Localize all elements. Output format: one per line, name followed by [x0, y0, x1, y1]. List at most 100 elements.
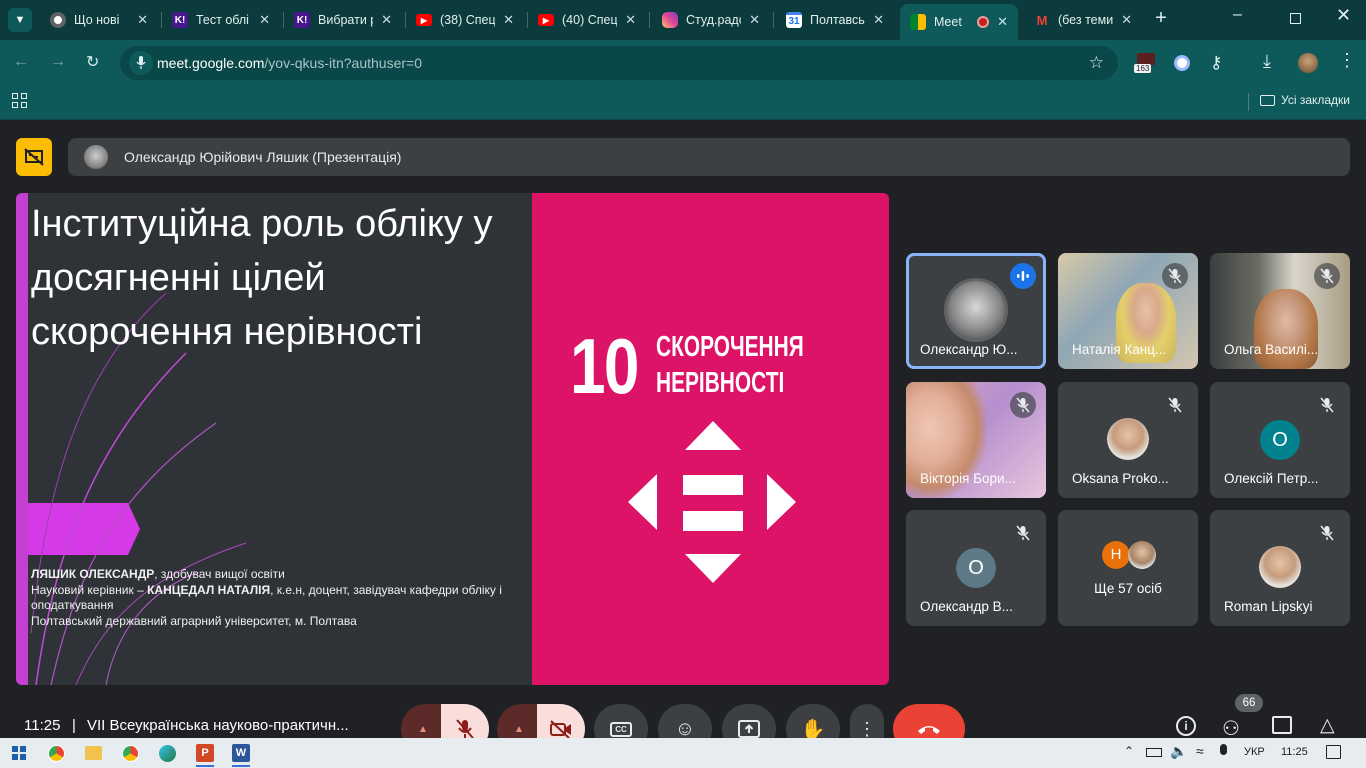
forward-icon[interactable]: → — [50, 53, 66, 71]
browser-tab[interactable]: Meet ✕ — [900, 4, 1018, 40]
stop-presenting-button[interactable] — [16, 138, 52, 176]
browser-tab-label: Студ.радс — [686, 13, 742, 27]
kahoot-icon: K! — [172, 12, 188, 28]
browser-tab[interactable]: ▶ (40) Спец ✕ — [528, 6, 646, 34]
extensions-puzzle-icon[interactable]: ⚷ — [1210, 53, 1222, 73]
back-icon[interactable]: ← — [13, 53, 29, 71]
participant-tile[interactable]: Н Ще 57 осіб — [1058, 510, 1198, 626]
microphone-tray-icon[interactable] — [1220, 744, 1227, 755]
participant-video — [1254, 289, 1318, 369]
notifications-icon[interactable] — [1326, 745, 1341, 759]
meeting-title: VII Всеукраїнська науково-практичн... — [87, 717, 349, 734]
meet-icon — [910, 14, 926, 30]
browser-tab[interactable]: M (без теми ✕ — [1024, 6, 1142, 34]
extension-circle-icon[interactable] — [1174, 55, 1190, 71]
extension-icon[interactable]: 163 — [1134, 53, 1156, 75]
meeting-details-info-icon[interactable]: i — [1176, 716, 1196, 736]
participant-tile[interactable]: Ольга Василі... — [1210, 253, 1350, 369]
extension-badge: 163 — [1134, 64, 1152, 73]
battery-icon[interactable] — [1146, 748, 1162, 757]
powerpoint-icon[interactable]: P — [196, 744, 214, 762]
present-icon — [738, 720, 760, 738]
browser-tab[interactable]: K! Тест облі ✕ — [162, 6, 280, 34]
mic-off-icon — [1314, 392, 1340, 418]
close-tab-icon[interactable]: ✕ — [381, 12, 392, 28]
close-tab-icon[interactable]: ✕ — [1121, 12, 1132, 28]
close-tab-icon[interactable]: ✕ — [503, 12, 514, 28]
download-icon[interactable]: ⤓ — [1263, 51, 1271, 72]
chrome-taskbar-icon[interactable] — [48, 745, 65, 762]
stop-present-icon — [24, 148, 44, 166]
participant-tile[interactable]: Вікторія Бори... — [906, 382, 1046, 498]
mic-off-icon — [1314, 520, 1340, 546]
bookmark-star-icon[interactable]: ☆ — [1089, 53, 1104, 73]
sdg-panel: 10 СКОРОЧЕННЯ НЕРІВНОСТІ — [532, 193, 889, 685]
site-info-icon[interactable] — [129, 51, 153, 75]
close-tab-icon[interactable]: ✕ — [625, 12, 636, 28]
windows-start-icon[interactable] — [12, 746, 26, 760]
minimize-button[interactable]: – — [1233, 6, 1242, 24]
browser-tab-label: (40) Спец — [562, 13, 618, 27]
all-bookmarks-button[interactable]: Усі закладки — [1260, 93, 1350, 107]
presentation-slide: Інституційна роль обліку у досягненні ці… — [16, 193, 889, 685]
address-bar[interactable]: meet.google.com/yov-qkus-itn?authuser=0 … — [120, 46, 1118, 80]
speaking-indicator-icon — [1010, 263, 1036, 289]
participant-name: Ольга Василі... — [1224, 342, 1319, 357]
participant-tile[interactable]: О Олексій Петр... — [1210, 382, 1350, 498]
file-explorer-icon[interactable] — [85, 746, 102, 760]
show-hidden-icons-icon[interactable]: ⌃ — [1124, 744, 1134, 758]
close-tab-icon[interactable]: ✕ — [997, 14, 1008, 30]
sdg-title-line1: СКОРОЧЕННЯ — [656, 331, 804, 363]
presenter-avatar — [84, 145, 108, 169]
chrome-profile-taskbar-icon[interactable] — [122, 745, 139, 762]
chat-icon[interactable] — [1272, 716, 1292, 734]
instagram-icon — [662, 12, 678, 28]
participant-tile[interactable]: Oksana Proko... — [1058, 382, 1198, 498]
close-tab-icon[interactable]: ✕ — [873, 12, 884, 28]
new-tab-button[interactable]: + — [1150, 8, 1172, 30]
close-tab-icon[interactable]: ✕ — [137, 12, 148, 28]
browser-tab[interactable]: Що нові ✕ — [40, 6, 158, 34]
menu-kebab-icon[interactable]: ⋮ — [1338, 50, 1356, 71]
taskbar-clock[interactable]: 11:25 — [1281, 746, 1308, 758]
browser-tab[interactable]: 31 Полтавсь ✕ — [776, 6, 894, 34]
participant-tile[interactable]: О Олександр В... — [906, 510, 1046, 626]
mic-off-icon — [1010, 520, 1036, 546]
restore-button[interactable] — [1290, 13, 1301, 24]
close-tab-icon[interactable]: ✕ — [259, 12, 270, 28]
browser-tab[interactable]: Студ.радс ✕ — [652, 6, 770, 34]
participant-name: Roman Lipskyi — [1224, 599, 1313, 614]
profile-avatar[interactable] — [1298, 53, 1318, 73]
participant-avatar — [947, 281, 1005, 339]
equality-icon — [628, 421, 796, 583]
recording-icon — [977, 16, 990, 28]
participant-tile[interactable]: Наталія Канц... — [1058, 253, 1198, 369]
all-bookmarks-label: Усі закладки — [1281, 93, 1351, 107]
volume-icon[interactable]: 🔈 — [1170, 743, 1187, 760]
participant-name: Вікторія Бори... — [920, 471, 1016, 486]
participant-avatar — [1107, 418, 1149, 460]
close-window-button[interactable]: ✕ — [1336, 5, 1351, 26]
participant-tile[interactable]: Roman Lipskyi — [1210, 510, 1350, 626]
tab-search-button[interactable]: ▼ — [8, 8, 32, 32]
browser-tab[interactable]: K! Вибрати р ✕ — [284, 6, 402, 34]
activities-icon[interactable]: △ — [1320, 714, 1335, 737]
reload-icon[interactable]: ↻ — [86, 52, 99, 72]
more-vert-icon: ⋮ — [858, 718, 876, 739]
mic-off-icon — [1162, 392, 1188, 418]
people-count-badge: 66 — [1235, 694, 1263, 712]
browser-tab[interactable]: ▶ (38) Спец ✕ — [406, 6, 524, 34]
participant-name: Oksana Proko... — [1072, 471, 1169, 486]
apps-grid-icon[interactable] — [12, 93, 27, 108]
supervisor-name: КАНЦЕДАЛ НАТАЛІЯ — [147, 582, 271, 597]
keyboard-language[interactable]: УКР — [1244, 746, 1265, 758]
edge-icon[interactable] — [159, 745, 176, 762]
slide-credits: ЛЯШИК ОЛЕКСАНДР, здобувач вищої освіти Н… — [31, 567, 511, 629]
wifi-icon[interactable]: ≈ — [1196, 743, 1204, 759]
participant-tile[interactable]: Олександр Ю... — [906, 253, 1046, 369]
word-icon[interactable]: W — [232, 744, 250, 762]
close-tab-icon[interactable]: ✕ — [749, 12, 760, 28]
mic-off-icon — [1314, 263, 1340, 289]
captions-icon: CC — [610, 721, 632, 737]
browser-tab-label: Полтавсь — [810, 13, 865, 27]
